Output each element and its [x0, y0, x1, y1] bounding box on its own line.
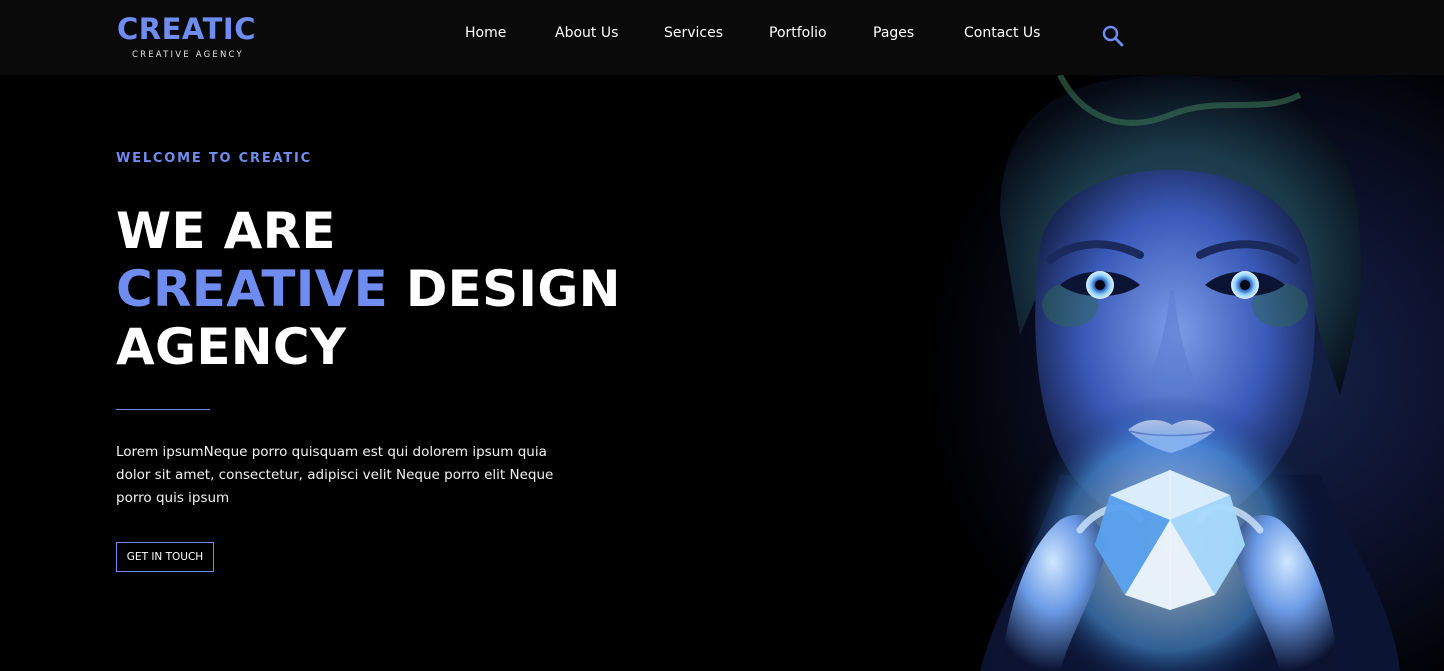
nav-item-home[interactable]: Home — [465, 25, 506, 41]
headline-line-3: AGENCY — [116, 318, 347, 376]
page: CREATIC CREATIVE AGENCY Home About Us Se… — [0, 0, 1444, 671]
logo[interactable]: CREATIC CREATIVE AGENCY — [117, 12, 257, 60]
headline-accent-word: CREATIVE — [116, 260, 389, 318]
logo-tagline: CREATIVE AGENCY — [132, 50, 244, 60]
nav-item-services[interactable]: Services — [664, 25, 723, 41]
search-icon[interactable] — [1101, 24, 1125, 48]
site-header: CREATIC CREATIVE AGENCY Home About Us Se… — [0, 0, 1444, 75]
headline-line-1: WE ARE — [116, 202, 336, 260]
hero-description: Lorem ipsumNeque porro quisquam est qui … — [116, 444, 554, 506]
headline-line-2: CREATIVE DESIGN — [116, 260, 676, 318]
hero-headline: WE ARE CREATIVE DESIGN AGENCY — [116, 202, 676, 376]
nav-item-contact-us[interactable]: Contact Us — [964, 25, 1040, 41]
headline-line-2-rest: DESIGN — [388, 260, 621, 318]
hero-eyebrow: WELCOME TO CREATIC — [116, 151, 313, 166]
get-in-touch-button[interactable]: GET IN TOUCH — [116, 542, 214, 572]
nav-item-portfolio[interactable]: Portfolio — [769, 25, 827, 41]
nav-item-about-us[interactable]: About Us — [555, 25, 618, 41]
logo-wordmark: CREATIC — [117, 12, 256, 46]
nav-item-pages[interactable]: Pages — [873, 25, 914, 41]
hero-divider — [116, 409, 210, 410]
hero-image — [700, 75, 1444, 671]
